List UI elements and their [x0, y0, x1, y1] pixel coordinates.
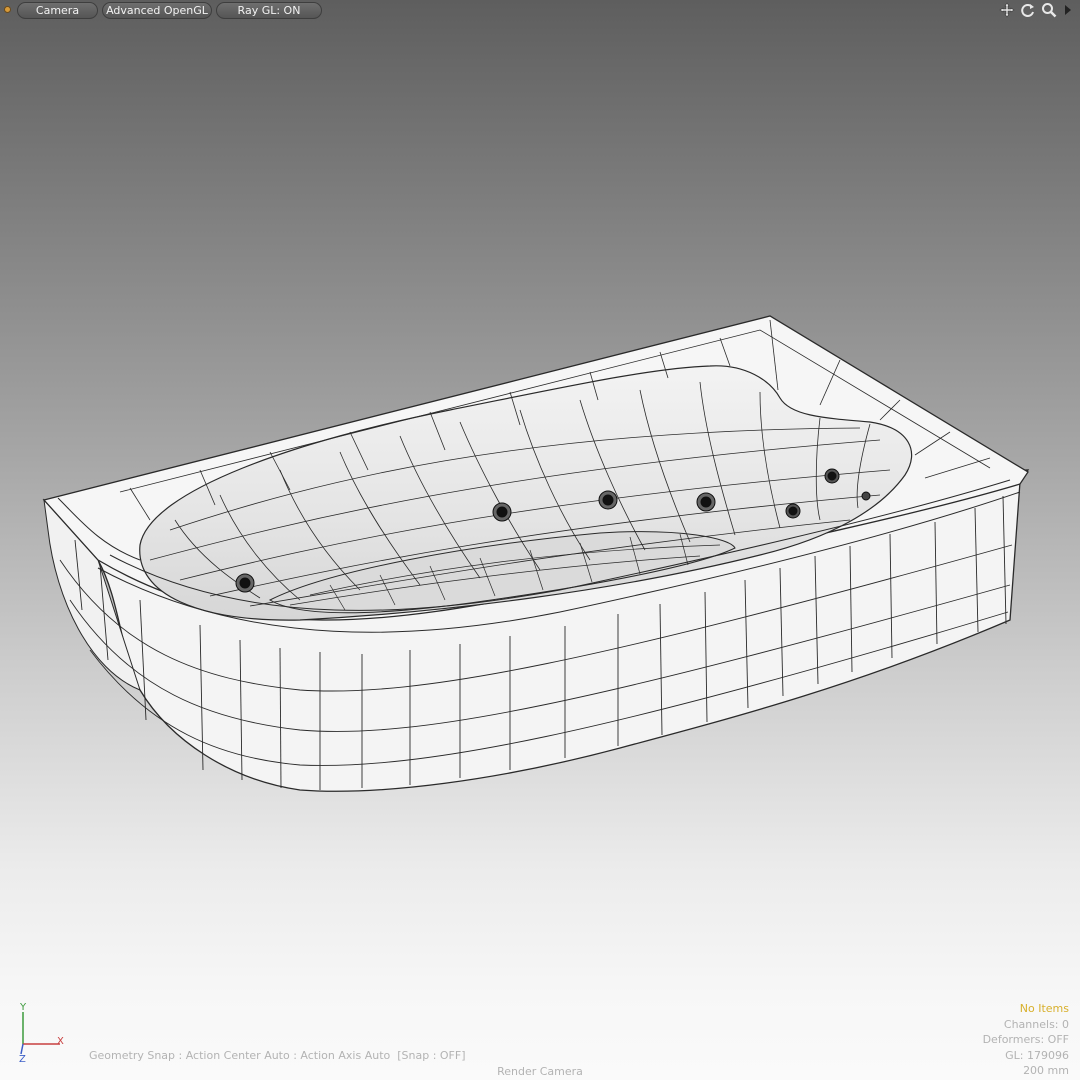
3d-viewport[interactable]: Camera Advanced OpenGL Ray GL: ON Y X Z …: [0, 0, 1080, 1080]
deformers-info: Deformers: OFF: [982, 1033, 1069, 1047]
snap-status-text: Geometry Snap : Action Center Auto : Act…: [89, 1049, 466, 1062]
grid-size-info: 200 mm: [1023, 1064, 1069, 1078]
jet-nozzle: [824, 468, 840, 484]
jet-nozzle: [861, 491, 871, 501]
channels-info: Channels: 0: [1003, 1017, 1069, 1031]
render-camera-label: Render Camera: [497, 1065, 583, 1078]
axis-gizmo: Y X Z: [10, 998, 80, 1070]
jet-nozzle: [598, 490, 618, 510]
viewport-options-dot[interactable]: [4, 6, 11, 13]
selection-info: No Items: [1019, 1002, 1069, 1015]
viewport-toolbar: Camera Advanced OpenGL Ray GL: ON: [0, 0, 1080, 20]
jet-nozzle: [235, 573, 255, 593]
viewport-menu-icon[interactable]: [1062, 2, 1074, 18]
move-view-icon[interactable]: [998, 2, 1016, 18]
gl-polycount-info: GL: 179096: [1005, 1048, 1069, 1062]
scene-info-panel: No Items Channels: 0 Deformers: OFF GL: …: [983, 1001, 1069, 1079]
axis-y-label: Y: [20, 1002, 27, 1013]
jet-nozzle: [696, 492, 716, 512]
zoom-view-icon[interactable]: [1040, 2, 1058, 18]
axis-x-label: X: [57, 1036, 64, 1047]
ray-gl-button[interactable]: Ray GL: ON: [216, 2, 322, 19]
camera-button[interactable]: Camera: [17, 2, 98, 19]
jet-nozzle: [785, 503, 801, 519]
axis-z-label: Z: [19, 1054, 26, 1065]
bathtub-wireframe-model[interactable]: [0, 0, 1080, 1080]
rotate-view-icon[interactable]: [1019, 2, 1037, 18]
advanced-opengl-button[interactable]: Advanced OpenGL: [102, 2, 212, 19]
jet-nozzle: [492, 502, 512, 522]
